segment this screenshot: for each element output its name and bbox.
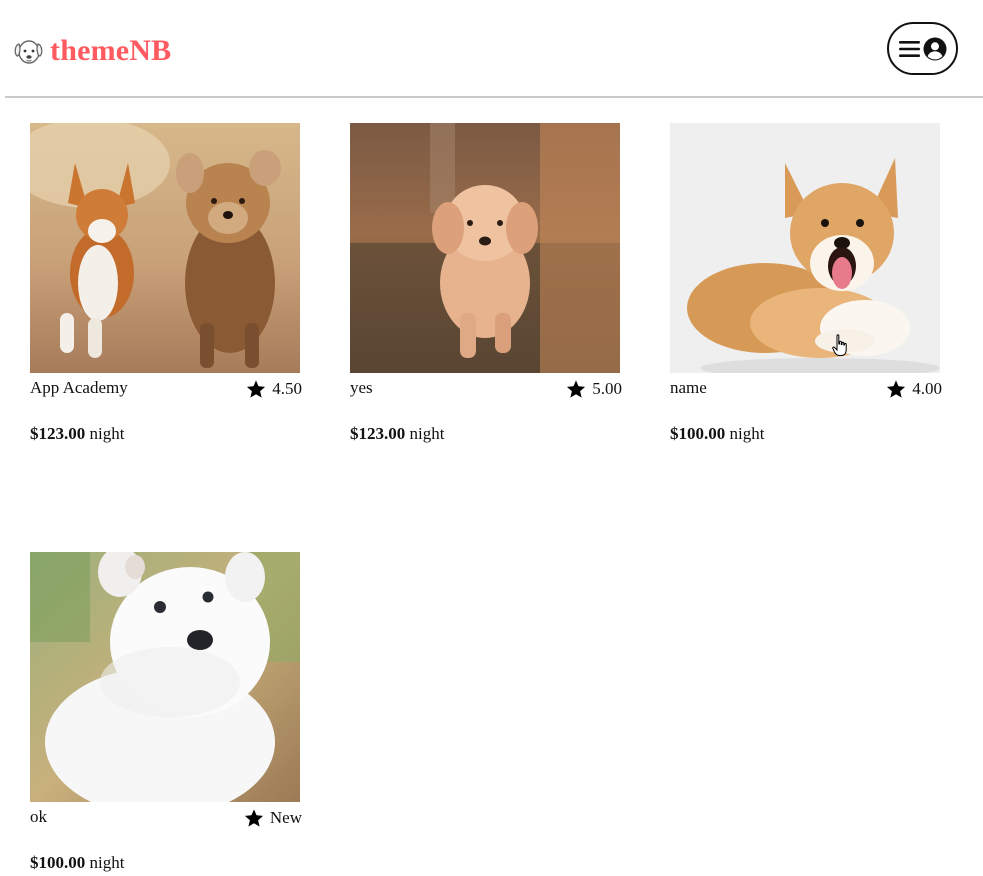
user-menu-button[interactable] <box>887 22 958 75</box>
two-dogs-running-photo[interactable] <box>30 123 300 373</box>
rating-value: 4.00 <box>912 379 942 398</box>
listing-card[interactable]: yes 5.00 $123.00 night <box>350 123 622 444</box>
golden-puppy-running-photo[interactable] <box>350 123 620 373</box>
rating-value: 4.50 <box>272 379 302 398</box>
logo-link[interactable]: themeNB <box>12 34 171 68</box>
hamburger-icon <box>898 40 920 57</box>
star-icon <box>247 379 266 398</box>
price-line: $123.00 night <box>30 424 302 444</box>
star-icon <box>244 808 263 827</box>
listing-name: name <box>670 378 707 397</box>
header-divider <box>5 96 983 98</box>
rating: 5.00 <box>566 379 622 399</box>
price: $123.00 <box>350 424 406 443</box>
price: $100.00 <box>30 853 86 872</box>
rating: 4.50 <box>246 379 302 399</box>
listing-card[interactable]: ok New $100.00 night <box>30 552 302 873</box>
price-unit: night <box>729 424 765 443</box>
star-icon <box>887 379 906 398</box>
brand-name: themeNB <box>50 34 172 67</box>
price: $123.00 <box>30 424 86 443</box>
price-line: $100.00 night <box>670 424 942 444</box>
user-circle-icon <box>923 37 946 60</box>
rating: New <box>244 808 302 828</box>
listing-name: ok <box>30 807 47 826</box>
corgi-lying-photo[interactable] <box>670 123 940 373</box>
white-puppy-photo[interactable] <box>30 552 300 802</box>
rating-value: 5.00 <box>592 379 622 398</box>
price-unit: night <box>89 853 125 872</box>
dog-face-icon <box>14 40 43 64</box>
rating: 4.00 <box>886 379 942 399</box>
top-nav: themeNB <box>0 0 983 98</box>
price-line: $100.00 night <box>30 853 302 873</box>
price-unit: night <box>409 424 445 443</box>
price-unit: night <box>89 424 125 443</box>
star-icon <box>567 379 586 398</box>
price-line: $123.00 night <box>350 424 622 444</box>
listing-card[interactable]: App Academy 4.50 $123.00 night <box>30 123 302 444</box>
listing-card[interactable]: name 4.00 $100.00 night <box>670 123 942 444</box>
listing-name: App Academy <box>30 378 128 397</box>
price: $100.00 <box>670 424 726 443</box>
rating-value: New <box>269 808 302 827</box>
listing-name: yes <box>350 378 373 397</box>
